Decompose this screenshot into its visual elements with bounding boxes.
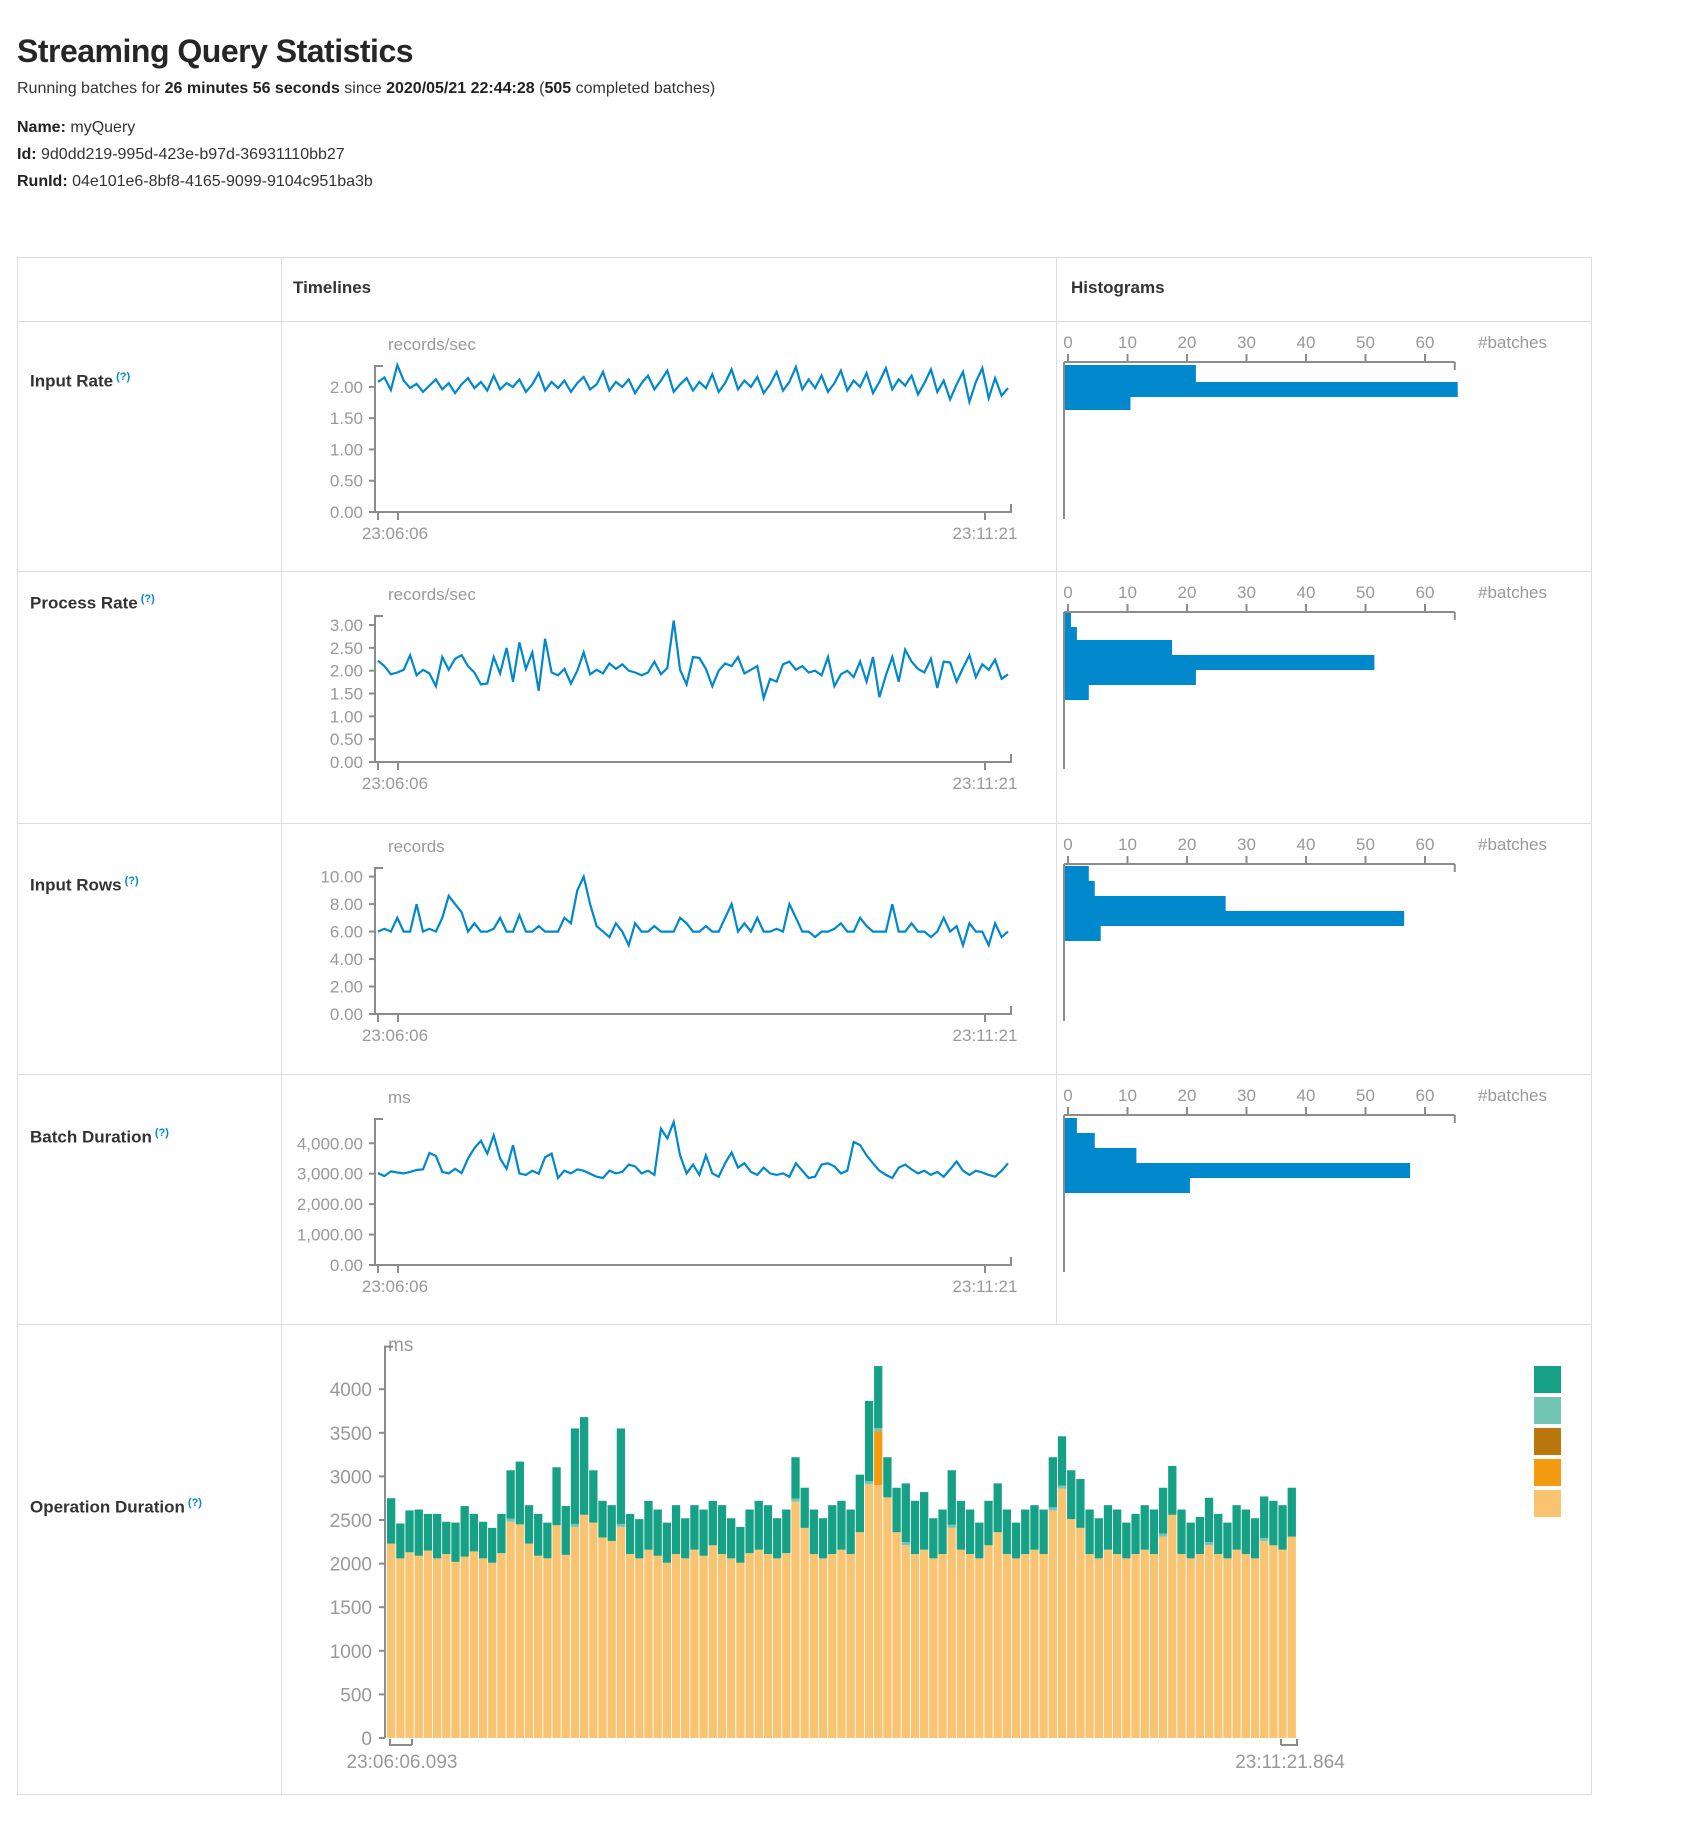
legend-swatch-light-orange [1534,1490,1561,1517]
help-icon[interactable]: (?) [116,371,130,383]
row-label-input-rows: Input Rows(?) [30,875,139,896]
name-label: Name: [17,119,66,136]
column-divider [1056,258,1057,1324]
page-title: Streaming Query Statistics [17,33,413,70]
query-name-line: Name: myQuery [17,119,135,137]
runid-label: RunId: [17,173,68,190]
legend-swatch-light-teal [1534,1397,1561,1424]
id-value: 9d0dd219-995d-423e-b97d-36931110bb27 [41,146,345,163]
legend-swatch-orange [1534,1459,1561,1486]
name-value: myQuery [70,119,135,136]
column-divider [281,258,282,1794]
query-id-line: Id: 9d0dd219-995d-423e-b97d-36931110bb27 [17,146,345,164]
legend-swatch-dark-orange [1534,1428,1561,1455]
row-label-input-rate: Input Rate(?) [30,371,130,392]
row-label-process-rate: Process Rate(?) [30,593,155,614]
row-divider [18,1324,1591,1325]
subtitle-text: completed batches) [571,80,715,97]
subtitle-text: Running batches for [17,80,165,97]
metric-label: Process Rate [30,594,138,613]
subtitle-text: ( [535,80,545,97]
running-batches-summary: Running batches for 26 minutes 56 second… [17,80,715,98]
timelines-header: Timelines [293,278,371,298]
start-timestamp: 2020/05/21 22:44:28 [386,80,535,97]
metric-label: Input Rate [30,372,113,391]
operation-duration-legend [1534,1366,1561,1521]
legend-swatch-teal [1534,1366,1561,1393]
runid-value: 04e101e6-8bf8-4165-9099-9104c951ba3b [72,173,373,190]
query-runid-line: RunId: 04e101e6-8bf8-4165-9099-9104c951b… [17,173,373,191]
subtitle-text: since [340,80,386,97]
help-icon[interactable]: (?) [188,1497,202,1509]
id-label: Id: [17,146,37,163]
row-divider [18,1074,1591,1075]
duration-value: 26 minutes 56 seconds [165,80,340,97]
row-label-batch-duration: Batch Duration(?) [30,1127,169,1148]
row-label-operation-duration: Operation Duration(?) [30,1497,202,1518]
histograms-header: Histograms [1071,278,1165,298]
help-icon[interactable]: (?) [155,1127,169,1139]
metric-label: Operation Duration [30,1498,185,1517]
row-divider [18,321,1591,322]
completed-batches-count: 505 [544,80,571,97]
metric-label: Input Rows [30,876,122,895]
row-divider [18,823,1591,824]
row-divider [18,571,1591,572]
help-icon[interactable]: (?) [125,875,139,887]
metric-label: Batch Duration [30,1128,152,1147]
statistics-table: Timelines Histograms Input Rate(?) Proce… [17,257,1592,1795]
help-icon[interactable]: (?) [141,593,155,605]
